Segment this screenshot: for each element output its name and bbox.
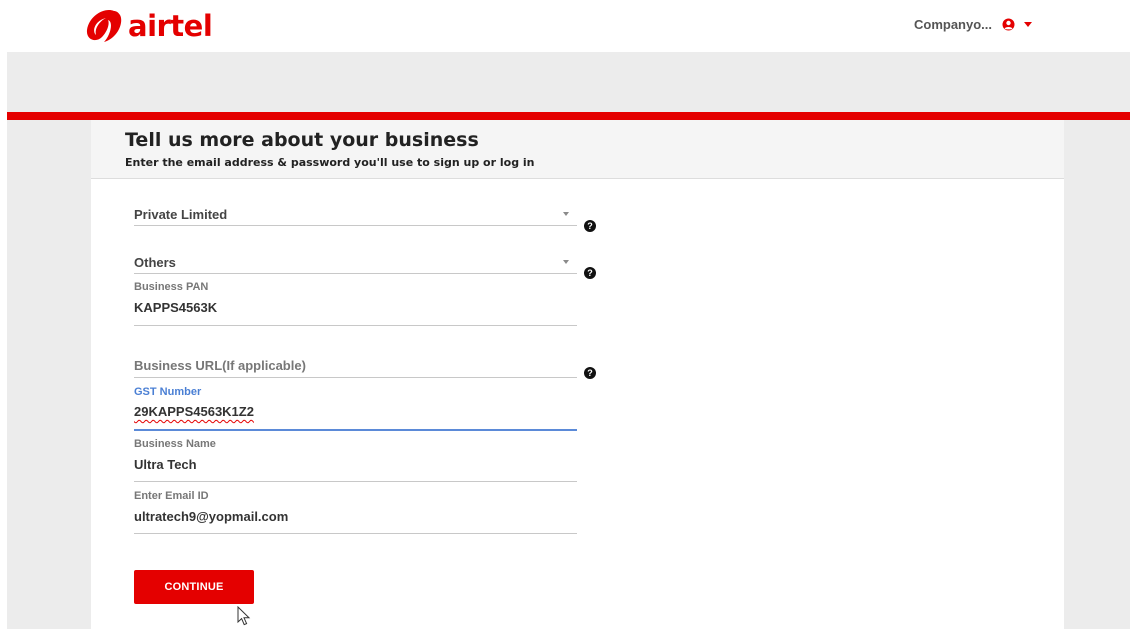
- question-circle-icon[interactable]: ?: [584, 267, 596, 279]
- caret-down-icon: [1024, 22, 1032, 27]
- brand-name: airtel: [128, 9, 213, 43]
- email-label: Enter Email ID: [134, 490, 209, 502]
- business-name-value[interactable]: Ultra Tech: [134, 457, 197, 472]
- company-type-select[interactable]: Private Limited: [134, 200, 577, 226]
- company-type-value: Private Limited: [134, 207, 228, 222]
- gst-number-field[interactable]: GST Number 29KAPPS4563K1Z2: [134, 382, 577, 431]
- email-value[interactable]: ultratech9@yopmail.com: [134, 509, 288, 524]
- mouse-pointer-icon: [237, 606, 251, 626]
- chevron-down-icon[interactable]: [563, 212, 569, 216]
- business-pan-value[interactable]: KAPPS4563K: [134, 300, 217, 315]
- email-field[interactable]: Enter Email ID ultratech9@yopmail.com: [134, 486, 577, 534]
- business-url-field[interactable]: Business URL(If applicable): [134, 350, 577, 378]
- business-url-placeholder: Business URL(If applicable): [134, 358, 306, 373]
- form-header: Tell us more about your business Enter t…: [91, 120, 1064, 179]
- page-title: Tell us more about your business: [125, 129, 479, 151]
- category-value: Others: [134, 255, 176, 270]
- chevron-down-icon[interactable]: [563, 260, 569, 264]
- banner-band: [7, 52, 1130, 112]
- accent-bar: [7, 112, 1130, 120]
- question-circle-icon[interactable]: ?: [584, 367, 596, 379]
- gst-number-label: GST Number: [134, 386, 202, 398]
- category-select[interactable]: Others: [134, 248, 577, 274]
- question-circle-icon[interactable]: ?: [584, 220, 596, 232]
- page-subtitle: Enter the email address & password you'l…: [125, 156, 535, 169]
- business-name-label: Business Name: [134, 438, 216, 450]
- gst-number-value[interactable]: 29KAPPS4563K1Z2: [134, 404, 254, 419]
- left-gutter: [7, 120, 91, 629]
- business-name-field[interactable]: Business Name Ultra Tech: [134, 434, 577, 482]
- continue-button[interactable]: CONTINUE: [134, 570, 254, 604]
- business-pan-label: Business PAN: [134, 281, 209, 293]
- business-pan-field[interactable]: Business PAN KAPPS4563K: [134, 278, 577, 326]
- account-menu[interactable]: Companyo...: [914, 17, 1032, 32]
- account-name: Companyo...: [913, 17, 992, 32]
- header: airtel Companyo...: [0, 0, 1130, 52]
- user-circle-icon: [1002, 18, 1015, 31]
- airtel-logo[interactable]: airtel: [84, 8, 213, 44]
- right-gutter: [1064, 120, 1130, 629]
- airtel-swirl-icon: [86, 10, 122, 42]
